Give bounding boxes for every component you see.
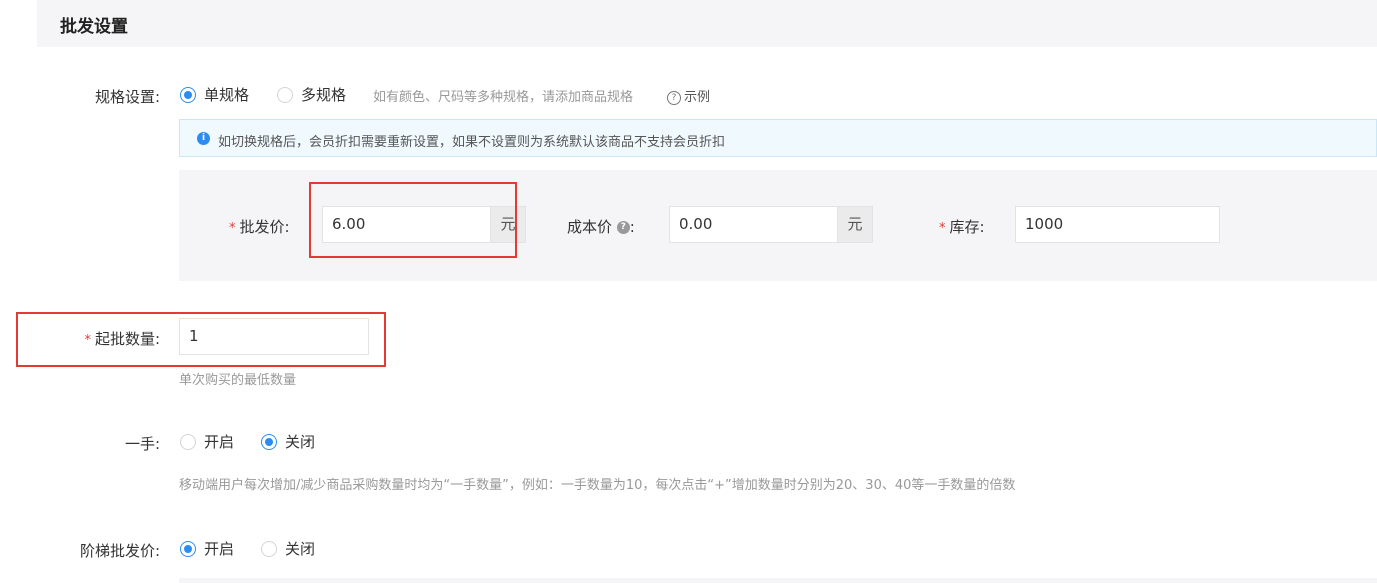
radio-dot-unchecked bbox=[261, 540, 277, 557]
min-qty-input[interactable]: 1 bbox=[179, 318, 369, 355]
stock-input[interactable]: 1000 bbox=[1015, 206, 1220, 243]
radio-tiered-off-label: 关闭 bbox=[285, 540, 316, 558]
wholesale-price-input[interactable]: 6.00 bbox=[322, 206, 491, 243]
radio-dot-checked bbox=[180, 540, 196, 557]
radio-lot-on[interactable]: 开启 bbox=[180, 431, 234, 452]
spec-label: 规格设置: bbox=[94, 88, 160, 106]
wholesale-price-unit: 元 bbox=[491, 206, 526, 243]
required-mark: * bbox=[229, 221, 236, 236]
required-mark: * bbox=[939, 221, 946, 236]
min-qty-label: * 起批数量: bbox=[0, 328, 160, 349]
info-alert-text: 如切换规格后，会员折扣需要重新设置，如果不设置则为系统默认该商品不支持会员折扣 bbox=[218, 135, 726, 150]
stock-label-text: 库存: bbox=[949, 218, 985, 236]
tiered-panel-edge bbox=[179, 578, 1377, 583]
section-header: 批发设置 bbox=[37, 0, 1377, 47]
radio-multi-spec-label: 多规格 bbox=[301, 86, 347, 104]
cost-price-input[interactable]: 0.00 bbox=[669, 206, 838, 243]
section-title: 批发设置 bbox=[60, 17, 128, 37]
radio-dot-checked bbox=[180, 86, 196, 103]
radio-tiered-on-label: 开启 bbox=[204, 540, 235, 558]
example-label: 示例 bbox=[684, 90, 711, 105]
spec-hint: 如有颜色、尺码等多种规格，请添加商品规格 bbox=[373, 90, 634, 105]
radio-dot-unchecked bbox=[277, 86, 293, 103]
lot-hint: 移动端用户每次增加/减少商品采购数量时均为“一手数量”，例如：一手数量为10，每… bbox=[179, 478, 1016, 493]
wholesale-price-label: * 批发价: bbox=[229, 216, 290, 237]
min-qty-hint: 单次购买的最低数量 bbox=[179, 373, 297, 388]
example-link[interactable]: ? 示例 bbox=[667, 86, 710, 105]
radio-dot-checked bbox=[261, 433, 277, 450]
required-mark: * bbox=[84, 333, 91, 348]
cost-price-label: 成本价 ?: bbox=[567, 216, 635, 237]
radio-lot-off-label: 关闭 bbox=[285, 433, 316, 451]
info-icon: i bbox=[197, 132, 210, 145]
stock-label: * 库存: bbox=[939, 216, 985, 237]
lot-label: 一手: bbox=[124, 435, 160, 453]
radio-single-spec-label: 单规格 bbox=[204, 86, 250, 104]
question-circle-icon: ? bbox=[667, 90, 681, 105]
radio-lot-on-label: 开启 bbox=[204, 433, 235, 451]
help-icon[interactable]: ? bbox=[616, 221, 630, 234]
info-alert: i 如切换规格后，会员折扣需要重新设置，如果不设置则为系统默认该商品不支持会员折… bbox=[179, 119, 1377, 157]
wholesale-price-label-text: 批发价: bbox=[239, 218, 290, 236]
radio-tiered-on[interactable]: 开启 bbox=[180, 538, 234, 559]
radio-tiered-off[interactable]: 关闭 bbox=[261, 538, 315, 559]
cost-price-colon: : bbox=[629, 218, 635, 236]
cost-price-unit: 元 bbox=[838, 206, 873, 243]
radio-dot-unchecked bbox=[180, 433, 196, 450]
radio-lot-off[interactable]: 关闭 bbox=[261, 431, 315, 452]
tiered-price-label: 阶梯批发价: bbox=[79, 542, 160, 560]
radio-multi-spec[interactable]: 多规格 bbox=[277, 84, 346, 105]
cost-price-label-text: 成本价 bbox=[567, 218, 613, 236]
radio-single-spec[interactable]: 单规格 bbox=[180, 84, 249, 105]
min-qty-label-text: 起批数量: bbox=[94, 330, 160, 348]
